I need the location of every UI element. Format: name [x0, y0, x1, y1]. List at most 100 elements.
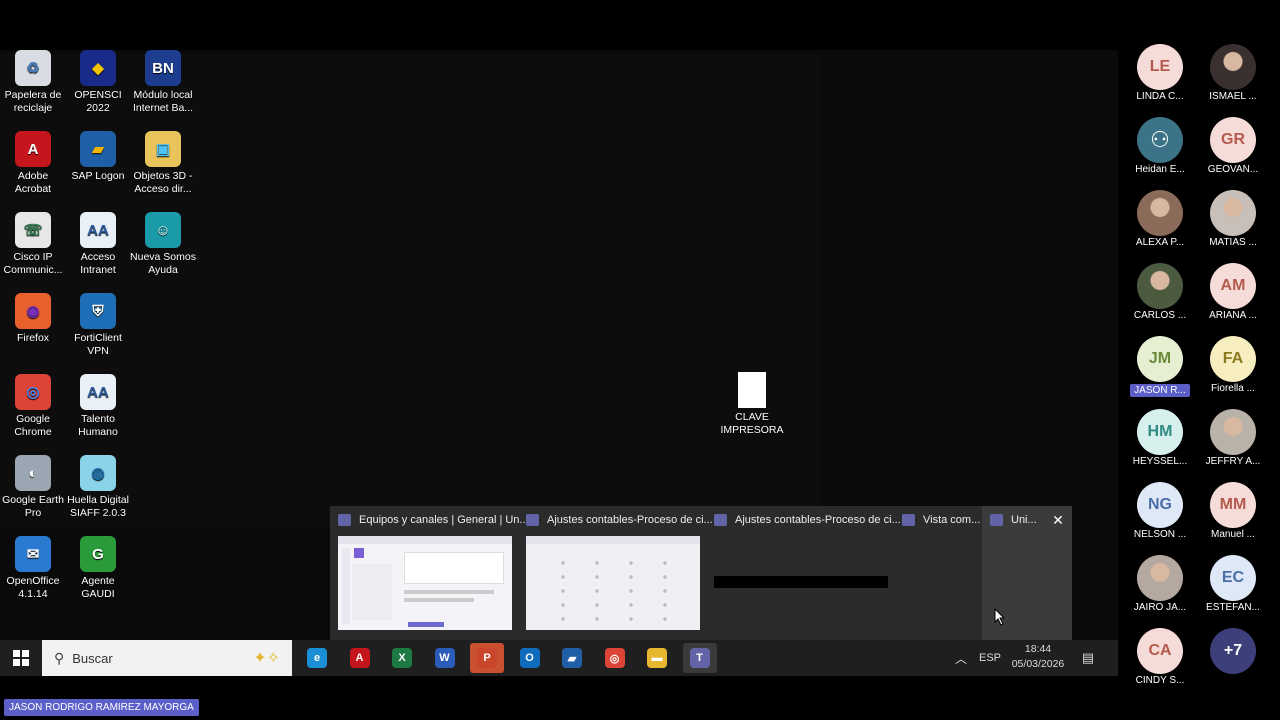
participant-tile[interactable]: CARLOS ...: [1120, 255, 1200, 327]
taskbar-app-explorer[interactable]: ▬: [640, 643, 674, 673]
search-box[interactable]: ⚲ Buscar ✦✧: [42, 640, 292, 676]
desktop-icon[interactable]: ▰ SAP Logon: [65, 131, 131, 183]
desktop-icon-label: Papelera de reciclaje: [4, 89, 62, 114]
desktop-icon-label: Google Chrome: [14, 413, 52, 438]
participant-tile[interactable]: MM Manuel ...: [1193, 474, 1273, 546]
participant-avatar: LE: [1137, 44, 1183, 90]
thumbnail-preview: [526, 536, 700, 630]
desktop-icon[interactable]: AA Acceso Intranet: [65, 212, 131, 277]
taskbar-app-powerpoint[interactable]: P: [470, 643, 504, 673]
taskbar-app-teams[interactable]: T: [682, 643, 717, 673]
excel-icon: X: [392, 648, 412, 668]
participant-tile[interactable]: LE LINDA C...: [1120, 36, 1200, 108]
desktop-icon[interactable]: ◎ Google Chrome: [0, 374, 66, 439]
participant-tile[interactable]: HM HEYSSEL...: [1120, 401, 1200, 473]
participant-tile[interactable]: NG NELSON ...: [1120, 474, 1200, 546]
desktop-icon[interactable]: ◐ Google Earth Pro: [0, 455, 66, 520]
mouse-cursor-icon: [994, 608, 1006, 626]
app-icon: ◎: [15, 374, 51, 410]
thumbnail-window-1[interactable]: Equipos y canales | General | Un...: [330, 506, 529, 640]
desktop-icon-label: Google Earth Pro: [2, 494, 64, 519]
desktop-icon[interactable]: ✉ OpenOffice 4.1.14: [0, 536, 66, 601]
app-icon: ▣: [145, 131, 181, 167]
word-icon: W: [434, 648, 455, 668]
speaker-name-label: JASON RODRIGO RAMIREZ MAYORGA: [4, 699, 199, 716]
desktop-icon-label: Firefox: [16, 332, 50, 344]
desktop-icon[interactable]: A Adobe Acrobat: [0, 131, 66, 196]
teams-icon: [714, 514, 727, 526]
search-placeholder: Buscar: [72, 650, 113, 666]
taskbar-app-word[interactable]: W: [428, 643, 462, 673]
clock[interactable]: 18:44 05/03/2026: [1006, 642, 1070, 672]
clock-time: 18:44: [1024, 643, 1052, 655]
participant-name: GEOVAN...: [1207, 164, 1259, 175]
participant-tile[interactable]: ISMAEL ...: [1193, 36, 1273, 108]
desktop-icon[interactable]: CLAVE IMPRESORA: [719, 372, 785, 437]
thumbnail-window-4[interactable]: Vista com...: [894, 506, 982, 640]
desktop-icon[interactable]: BN Módulo local Internet Ba...: [130, 50, 196, 115]
start-button[interactable]: [0, 640, 42, 676]
taskbar: ⚲ Buscar ✦✧ e A X W P O ▰ ◎ ▬ T ︿ ESP 18:44 05/03…: [0, 640, 1118, 676]
participant-name: NELSON ...: [1133, 529, 1187, 540]
participant-name: MATIAS ...: [1209, 237, 1257, 248]
taskbar-app-outlook[interactable]: O: [513, 643, 547, 673]
desktop-icon[interactable]: ♻ Papelera de reciclaje: [0, 50, 66, 115]
taskbar-app-acrobat[interactable]: A: [343, 643, 377, 673]
chevron-up-icon[interactable]: ︿: [950, 640, 972, 676]
app-icon: ▰: [80, 131, 116, 167]
participant-tile[interactable]: ALEXA P...: [1120, 182, 1200, 254]
taskbar-app-excel[interactable]: X: [385, 643, 419, 673]
thumbnail-title: Uni...: [1011, 514, 1037, 526]
desktop-icon[interactable]: AA Talento Humano: [65, 374, 131, 439]
desktop-icon-label: Talento Humano: [78, 413, 118, 438]
participant-tile[interactable]: MATIAS ...: [1193, 182, 1273, 254]
app-icon: ◐: [15, 455, 51, 491]
teams-icon: [338, 514, 351, 526]
participant-name: JASON R...: [1130, 384, 1190, 397]
participant-photo: [1210, 44, 1256, 90]
participant-tile[interactable]: CA CINDY S...: [1120, 620, 1200, 692]
desktop-icon[interactable]: ◆ OPENSCI 2022: [65, 50, 131, 115]
thumbnail-title: Ajustes contables-Proceso de ci...: [547, 514, 713, 526]
language-indicator[interactable]: ESP: [976, 640, 1004, 676]
thumbnail-window-5[interactable]: Uni... ✕: [982, 506, 1072, 640]
participant-avatar: AM: [1210, 263, 1256, 309]
taskbar-app-sap[interactable]: ▰: [555, 643, 589, 673]
desktop-icon[interactable]: ◉ Firefox: [0, 293, 66, 345]
participant-name: ESTEFAN...: [1206, 602, 1260, 613]
app-icon: ◉: [15, 293, 51, 329]
desktop-icon[interactable]: ☺ Nueva Somos Ayuda: [130, 212, 196, 277]
desktop-icon[interactable]: ▣ Objetos 3D - Acceso dir...: [130, 131, 196, 196]
participant-name: CINDY S...: [1135, 675, 1185, 686]
desktop-icon[interactable]: ⛨ FortiClient VPN: [65, 293, 131, 358]
participant-tile[interactable]: JEFFRY A...: [1193, 401, 1273, 473]
desktop-icon[interactable]: G Agente GAUDI: [65, 536, 131, 601]
desktop-icon[interactable]: ◍ Huella Digital SIAFF 2.0.3: [65, 455, 131, 520]
teams-icon: [990, 514, 1003, 526]
participant-tile[interactable]: JM JASON R...: [1120, 328, 1200, 400]
participant-tile[interactable]: ⚇ Heidan E...: [1120, 109, 1200, 181]
desktop-icon-label: Agente GAUDI: [81, 575, 115, 600]
participant-tile[interactable]: GR GEOVAN...: [1193, 109, 1273, 181]
desktop-icon[interactable]: ☏ Cisco IP Communic...: [0, 212, 66, 277]
thumbnail-window-2[interactable]: Ajustes contables-Proceso de ci...: [518, 506, 713, 640]
app-icon: ◆: [80, 50, 116, 86]
thumbnail-preview: [338, 536, 512, 630]
participant-tile[interactable]: AM ARIANA ...: [1193, 255, 1273, 327]
sap-icon: ▰: [562, 648, 582, 668]
participant-tile[interactable]: FA Fiorella ...: [1193, 328, 1273, 400]
desktop-icon-label: Módulo local Internet Ba...: [132, 89, 194, 114]
app-icon: G: [80, 536, 116, 572]
acrobat-icon: A: [349, 648, 370, 668]
participant-tile[interactable]: JAIRO JA...: [1120, 547, 1200, 619]
participant-tile[interactable]: +7: [1193, 620, 1273, 692]
taskbar-app-chrome[interactable]: ◎: [598, 643, 632, 673]
taskbar-app-edge[interactable]: e: [300, 643, 334, 673]
notification-icon[interactable]: ▤: [1076, 640, 1100, 676]
app-icon: AA: [80, 374, 116, 410]
close-icon[interactable]: ✕: [1050, 512, 1066, 528]
thumbnail-title: Vista com...: [923, 514, 981, 526]
participant-tile[interactable]: EC ESTEFAN...: [1193, 547, 1273, 619]
thumbnail-window-3[interactable]: Ajustes contables-Proceso de ci...: [706, 506, 901, 640]
participant-avatar: NG: [1137, 482, 1183, 528]
